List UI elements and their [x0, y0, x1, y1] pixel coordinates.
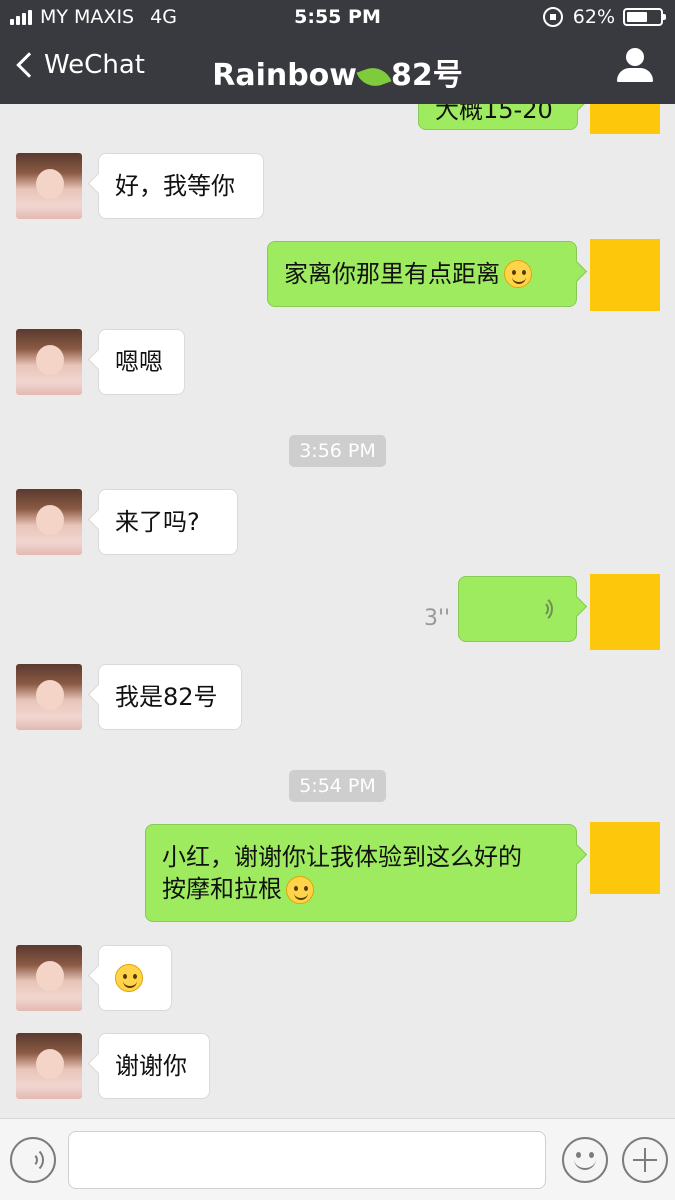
contact-avatar[interactable] [16, 329, 82, 395]
leaf-icon [356, 61, 392, 92]
my-avatar[interactable] [590, 822, 660, 894]
rotation-lock-icon [542, 7, 563, 27]
message-bubble-incoming[interactable]: 嗯嗯 [98, 329, 185, 395]
message-bubble-outgoing[interactable]: 家离你那里有点距离 [267, 241, 577, 307]
voice-icon [28, 1147, 48, 1173]
timestamp-label: 3:56 PM [289, 435, 386, 467]
message-text: 嗯嗯 [115, 348, 163, 376]
sweat-smile-emoji-icon [504, 260, 532, 288]
chat-title-suffix: 82号 [391, 58, 463, 93]
input-bar [0, 1118, 675, 1200]
voice-duration: 3'' [424, 606, 451, 631]
message-text: 家离你那里有点距离 [284, 260, 500, 288]
timestamp-label: 5:54 PM [289, 770, 386, 802]
message-text: 好，我等你 [115, 172, 235, 200]
message-text: 谢谢你 [115, 1052, 187, 1080]
message-text-line1: 小红，谢谢你让我体验到这么好的 [162, 843, 522, 871]
battery-percent: 62% [572, 6, 615, 28]
battery-icon [623, 8, 666, 26]
smile-emoji-icon [115, 964, 143, 992]
message-bubble-outgoing[interactable]: 小红，谢谢你让我体验到这么好的 按摩和拉根 [145, 824, 577, 922]
more-button[interactable] [622, 1137, 668, 1183]
message-text-line2: 按摩和拉根 [162, 875, 282, 903]
emoji-face-icon [564, 1139, 606, 1181]
message-text: 来了吗? [115, 508, 200, 536]
top-bar: MY MAXIS 4G 5:55 PM 62% WeChat Rainbow 82… [0, 0, 675, 104]
voice-toggle-button[interactable] [10, 1137, 56, 1183]
voice-message-bubble[interactable] [458, 576, 577, 642]
contact-avatar[interactable] [16, 489, 82, 555]
message-bubble-incoming[interactable]: 我是82号 [98, 664, 242, 730]
message-bubble-incoming[interactable]: 好，我等你 [98, 153, 264, 219]
thinking-emoji-icon [286, 876, 314, 904]
message-bubble-incoming[interactable]: 来了吗? [98, 489, 238, 555]
status-bar: MY MAXIS 4G 5:55 PM 62% [0, 0, 675, 36]
contact-avatar[interactable] [16, 945, 82, 1011]
emoji-button[interactable] [562, 1137, 608, 1183]
message-text: 我是82号 [115, 683, 218, 711]
contact-avatar[interactable] [16, 664, 82, 730]
contact-avatar[interactable] [16, 153, 82, 219]
chat-title: Rainbow 82号 [0, 50, 675, 94]
chat-title-prefix: Rainbow [212, 58, 358, 93]
person-icon [626, 48, 644, 66]
voice-wave-icon [541, 595, 561, 623]
timestamp: 5:54 PM [0, 770, 675, 802]
timestamp: 3:56 PM [0, 435, 675, 467]
my-avatar[interactable] [590, 574, 660, 650]
message-bubble-incoming[interactable]: 谢谢你 [98, 1033, 210, 1099]
message-input[interactable] [68, 1131, 546, 1189]
my-avatar[interactable] [590, 239, 660, 311]
message-bubble-incoming[interactable] [98, 945, 172, 1011]
contact-avatar[interactable] [16, 1033, 82, 1099]
chat-info-button[interactable] [617, 48, 653, 84]
nav-bar: WeChat Rainbow 82号 [0, 36, 675, 104]
